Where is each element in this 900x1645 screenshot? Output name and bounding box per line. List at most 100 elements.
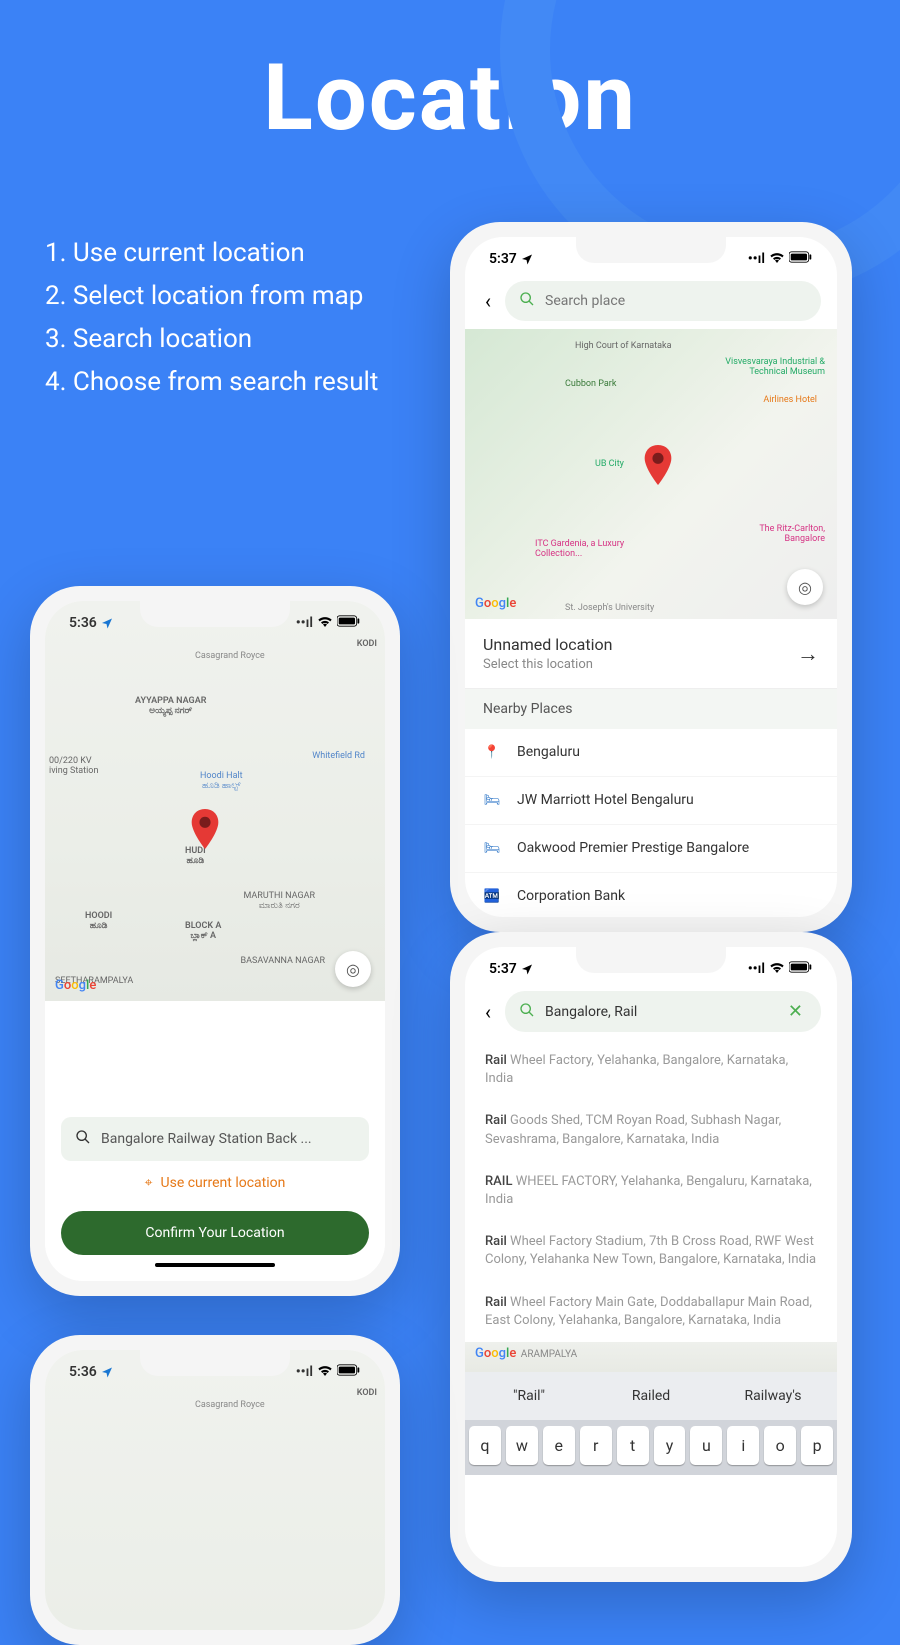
keyboard-key[interactable]: t: [617, 1426, 649, 1465]
place-icon: 📍: [483, 745, 501, 760]
map-poi-label: 00/220 KV iving Station: [49, 756, 109, 776]
location-services-icon: [101, 617, 113, 629]
status-time: 5:37: [489, 961, 517, 977]
status-time: 5:36: [69, 1364, 97, 1380]
keyboard-key[interactable]: u: [690, 1426, 722, 1465]
keyboard-key[interactable]: o: [764, 1426, 796, 1465]
use-current-location-button[interactable]: ⌖ Use current location: [61, 1175, 369, 1191]
map-poi-label: The Ritz-Carlton, Bangalore: [735, 524, 825, 544]
selected-location-title: Unnamed location: [483, 635, 612, 654]
map-poi-label: BASAVANNA NAGAR: [241, 956, 325, 966]
search-input-pill[interactable]: ✕: [505, 991, 821, 1032]
nearby-place-row[interactable]: 📍Bengaluru: [465, 729, 837, 777]
map-poi-label: BLOCK Aಬ್ಲಾಕ್ A: [185, 921, 221, 941]
map-view[interactable]: Casagrand Royce KODI: [45, 1350, 385, 1630]
map-view[interactable]: High Court of Karnataka Visvesvaraya Ind…: [465, 329, 837, 619]
place-icon: 🛏: [483, 841, 501, 856]
wifi-icon: [317, 615, 333, 631]
crosshair-icon: ⌖: [145, 1175, 153, 1191]
confirm-card: Bangalore Railway Station Back ... ⌖ Use…: [45, 1103, 385, 1281]
map-poi-label: Airlines Hotel: [763, 395, 817, 405]
map-poi-label: Visvesvaraya Industrial & Technical Muse…: [715, 357, 825, 377]
clear-search-button[interactable]: ✕: [784, 1001, 807, 1022]
map-poi-label: AYYAPPA NAGARಅಯ್ಯಪ್ಪ ನಗರ್: [135, 696, 206, 716]
locate-me-button[interactable]: ◎: [787, 569, 823, 605]
search-input-pill[interactable]: [505, 281, 821, 321]
signal-icon: ••ıl: [748, 961, 765, 977]
keyboard-key[interactable]: q: [469, 1426, 501, 1465]
signal-icon: ••ıl: [748, 251, 765, 267]
google-attribution: Google: [475, 596, 516, 611]
google-attribution: Google: [475, 1346, 516, 1361]
home-indicator[interactable]: [155, 1263, 275, 1267]
search-input[interactable]: [545, 1004, 774, 1020]
keyboard-key[interactable]: i: [727, 1426, 759, 1465]
search-result-item[interactable]: Rail Wheel Factory Stadium, 7th B Cross …: [465, 1221, 837, 1281]
map-pin-icon[interactable]: [191, 809, 219, 853]
nearby-place-row[interactable]: 🛏 Oakwood Premier Prestige Bangalore: [465, 825, 837, 873]
status-time: 5:37: [489, 251, 517, 267]
locate-me-button[interactable]: ◎: [335, 951, 371, 987]
map-poi-label: MARUTHI NAGARಮಾರುತಿ ನಗರ: [243, 891, 315, 911]
place-icon: 🏧: [483, 889, 501, 904]
location-services-icon: [521, 253, 533, 265]
phone-mockup-search: 5:37 ••ıl ‹ High Court of Karnataka Visv…: [450, 222, 852, 932]
back-button[interactable]: ‹: [481, 289, 495, 313]
keyboard-suggestion[interactable]: Railed: [593, 1380, 709, 1412]
search-text: Bangalore Railway Station Back ...: [101, 1131, 312, 1147]
selected-location-subtitle: Select this location: [483, 657, 612, 672]
keyboard-key[interactable]: r: [580, 1426, 612, 1465]
search-result-item[interactable]: Rail Wheel Factory, Yelahanka, Bangalore…: [465, 1040, 837, 1100]
map-poi-label: Casagrand Royce: [195, 1400, 265, 1410]
map-poi-label: Whitefield Rd: [312, 751, 365, 761]
search-icon: [519, 291, 535, 311]
back-button[interactable]: ‹: [481, 1000, 495, 1024]
map-view[interactable]: Casagrand Royce KODI AYYAPPA NAGARಅಯ್ಯಪ್…: [45, 601, 385, 1001]
nearby-place-row[interactable]: 🛏JW Marriott Hotel Bengaluru: [465, 777, 837, 825]
wifi-icon: [769, 251, 785, 267]
selected-location-row[interactable]: Unnamed location Select this location →: [465, 619, 837, 689]
phone-mockup-results: 5:37 ••ıl ‹ ✕ Rail Wheel Factory, Yelaha…: [450, 932, 852, 1582]
map-peek-label: ARAMPALYA: [521, 1349, 577, 1360]
phone-notch: [576, 237, 726, 263]
keyboard-suggestion[interactable]: "Rail": [471, 1380, 587, 1412]
nearby-place-row[interactable]: 🏧 Corporation Bank: [465, 873, 837, 917]
map-poi-label: UB City: [595, 459, 624, 469]
search-icon: [75, 1129, 91, 1149]
map-poi-label: Hoodi Haltಹೂಡಿ ಹಾಲ್ಟ್: [200, 771, 243, 791]
keyboard-key[interactable]: w: [506, 1426, 538, 1465]
keyboard-suggestion[interactable]: Railway's: [715, 1380, 831, 1412]
battery-icon: [789, 961, 813, 977]
map-poi-label: HOODIಹೂಡಿ: [85, 911, 112, 931]
search-result-item[interactable]: Rail Goods Shed, TCM Royan Road, Subhash…: [465, 1100, 837, 1160]
keyboard-row: qwertyuiop: [465, 1420, 837, 1475]
battery-icon: [789, 251, 813, 267]
map-poi-label: KODI: [357, 639, 377, 649]
phone-notch: [140, 1350, 290, 1376]
battery-icon: [337, 1364, 361, 1380]
keyboard-key[interactable]: e: [543, 1426, 575, 1465]
place-name: Oakwood Premier Prestige Bangalore: [517, 839, 749, 858]
wifi-icon: [769, 961, 785, 977]
search-header: ‹ ✕: [465, 983, 837, 1040]
battery-icon: [337, 615, 361, 631]
search-input[interactable]: [545, 293, 807, 309]
map-pin-icon[interactable]: [644, 445, 672, 489]
keyboard-key[interactable]: p: [801, 1426, 833, 1465]
search-result-item[interactable]: Rail Wheel Factory Main Gate, Doddaballa…: [465, 1282, 837, 1342]
place-icon: 🛏: [483, 793, 501, 808]
search-icon: [519, 1002, 535, 1022]
map-peek: Google ARAMPALYA: [465, 1342, 837, 1372]
google-attribution: Google: [55, 978, 96, 993]
confirm-location-button[interactable]: Confirm Your Location: [61, 1211, 369, 1255]
nearby-places-header: Nearby Places: [465, 689, 837, 729]
search-header: ‹: [465, 273, 837, 329]
status-time: 5:36: [69, 615, 97, 631]
phone-notch: [140, 601, 290, 627]
location-search-bar[interactable]: Bangalore Railway Station Back ...: [61, 1117, 369, 1161]
keyboard-key[interactable]: y: [654, 1426, 686, 1465]
place-name: Corporation Bank: [517, 887, 625, 906]
phone-notch: [576, 947, 726, 973]
map-poi-label: KODI: [357, 1388, 377, 1398]
search-result-item[interactable]: RAIL WHEEL FACTORY, Yelahanka, Bengaluru…: [465, 1161, 837, 1221]
